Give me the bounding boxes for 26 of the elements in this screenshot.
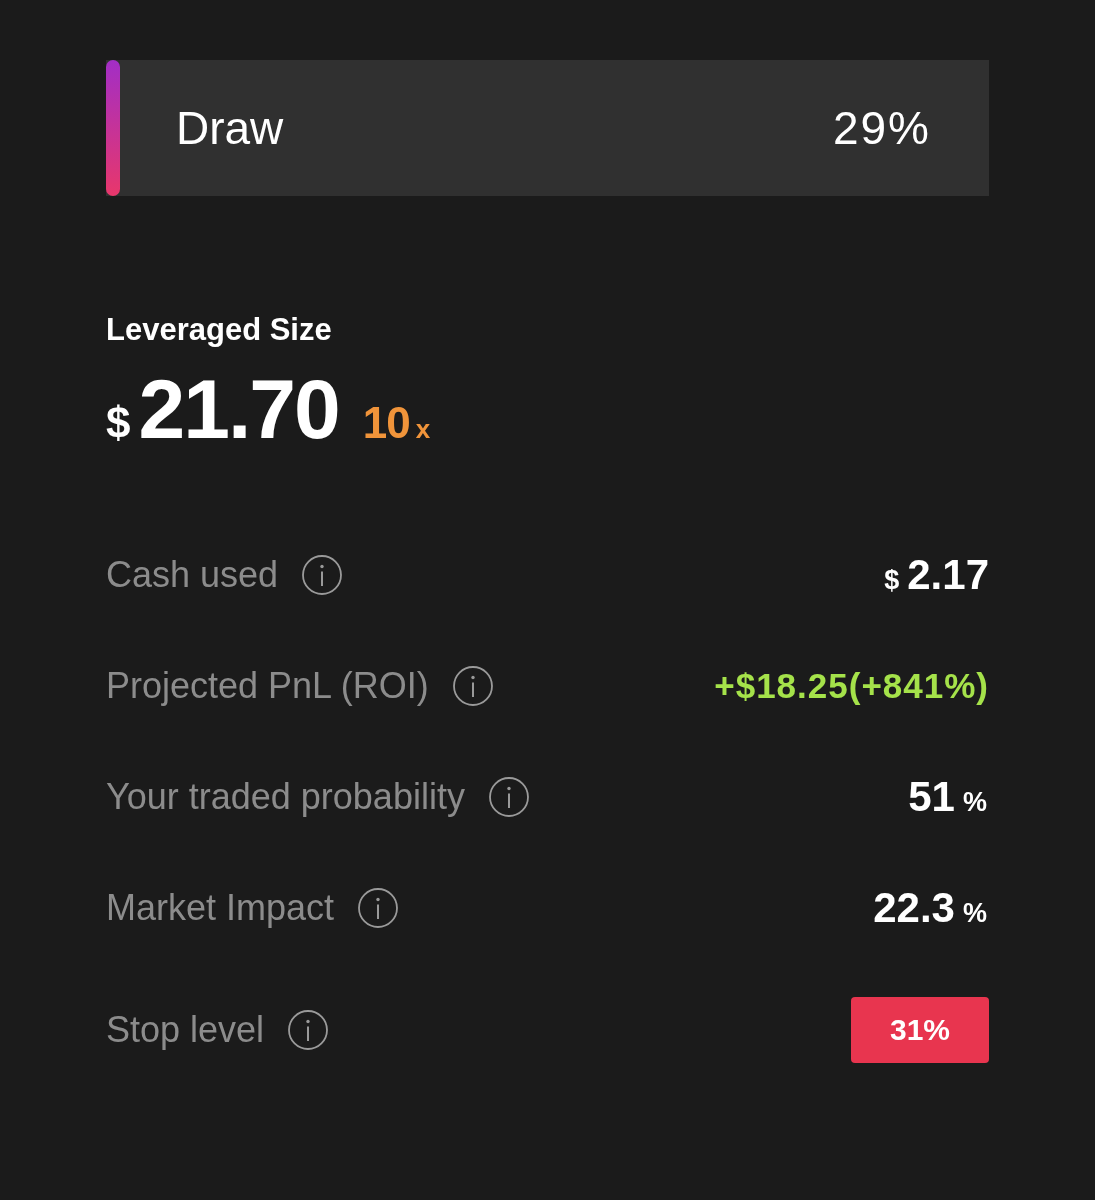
info-icon[interactable] [358,887,399,928]
detail-value: 51 [908,771,955,822]
detail-label: Projected PnL (ROI) [106,663,429,708]
currency-symbol: $ [884,564,900,596]
outcome-label: Draw [176,101,284,155]
detail-label: Your traded probability [106,774,465,819]
leverage-unit: x [415,414,431,445]
detail-value: 22.3 [873,882,955,933]
percent-sign: % [963,897,987,929]
leveraged-amount: 21.70 [138,363,339,455]
leverage-multiplier: 10 [362,398,410,448]
stop-level-badge: 31% [851,996,989,1063]
detail-label: Stop level [106,1007,265,1052]
pnl-value: +$18.25(+841%) [714,664,989,707]
outcome-probability: 29% [832,101,931,155]
detail-value: 2.17 [907,549,989,600]
detail-label: Cash used [106,552,279,597]
outcome-card[interactable]: Draw 29% [106,60,989,196]
info-icon[interactable] [488,776,529,817]
info-icon[interactable] [288,1009,329,1050]
info-icon[interactable] [452,665,493,706]
percent-sign: % [963,786,987,818]
info-icon[interactable] [302,554,343,595]
currency-symbol: $ [106,398,131,448]
section-title: Leveraged Size [106,311,333,349]
detail-label: Market Impact [106,885,335,930]
